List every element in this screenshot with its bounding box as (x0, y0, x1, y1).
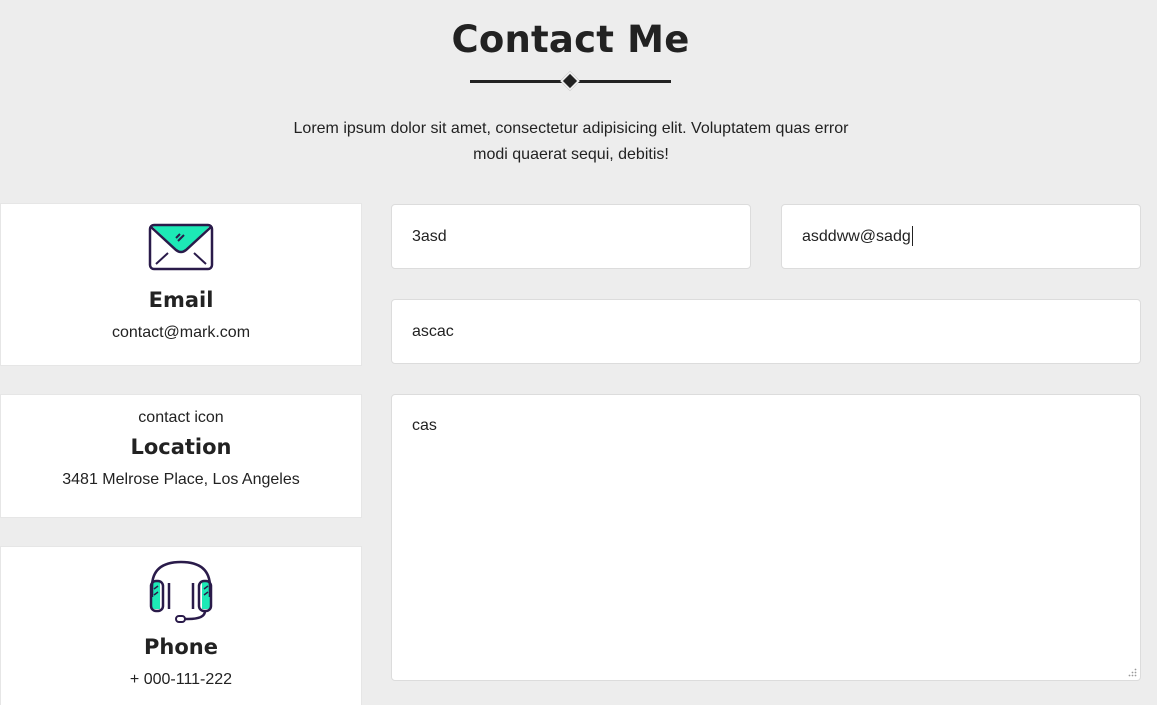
email-heading: Email (148, 288, 214, 312)
divider-diamond-icon (560, 71, 580, 91)
name-input[interactable]: 3asd (391, 204, 751, 269)
email-card: Email contact@mark.com (0, 203, 362, 366)
phone-heading: Phone (144, 635, 218, 659)
location-heading: Location (130, 435, 232, 459)
message-textarea[interactable]: cas (391, 394, 1141, 681)
contact-page: Contact Me Lorem ipsum dolor sit amet, c… (0, 0, 1157, 705)
location-card: contact icon Location 3481 Melrose Place… (0, 394, 362, 518)
email-value: contact@mark.com (111, 324, 251, 341)
title-divider (470, 71, 671, 91)
phone-card: Phone + 000-111-222 (0, 546, 362, 705)
headset-icon (149, 560, 213, 623)
page-title: Contact Me (451, 18, 690, 61)
resize-grip-icon[interactable] (1128, 668, 1137, 677)
email-input-value: asddww@sadg (802, 228, 911, 245)
name-input-value: 3asd (412, 228, 447, 245)
subject-input[interactable]: ascac (391, 299, 1141, 364)
location-icon-alt-text: contact icon (138, 409, 224, 426)
text-caret (911, 225, 913, 246)
intro-text: Lorem ipsum dolor sit amet, consectetur … (293, 120, 849, 163)
subject-input-value: ascac (412, 323, 454, 340)
envelope-icon (148, 223, 214, 271)
phone-value: + 000-111-222 (129, 671, 233, 688)
location-value: 3481 Melrose Place, Los Angeles (62, 471, 300, 488)
email-input[interactable]: asddww@sadg (781, 204, 1141, 269)
message-textarea-value: cas (412, 417, 437, 434)
